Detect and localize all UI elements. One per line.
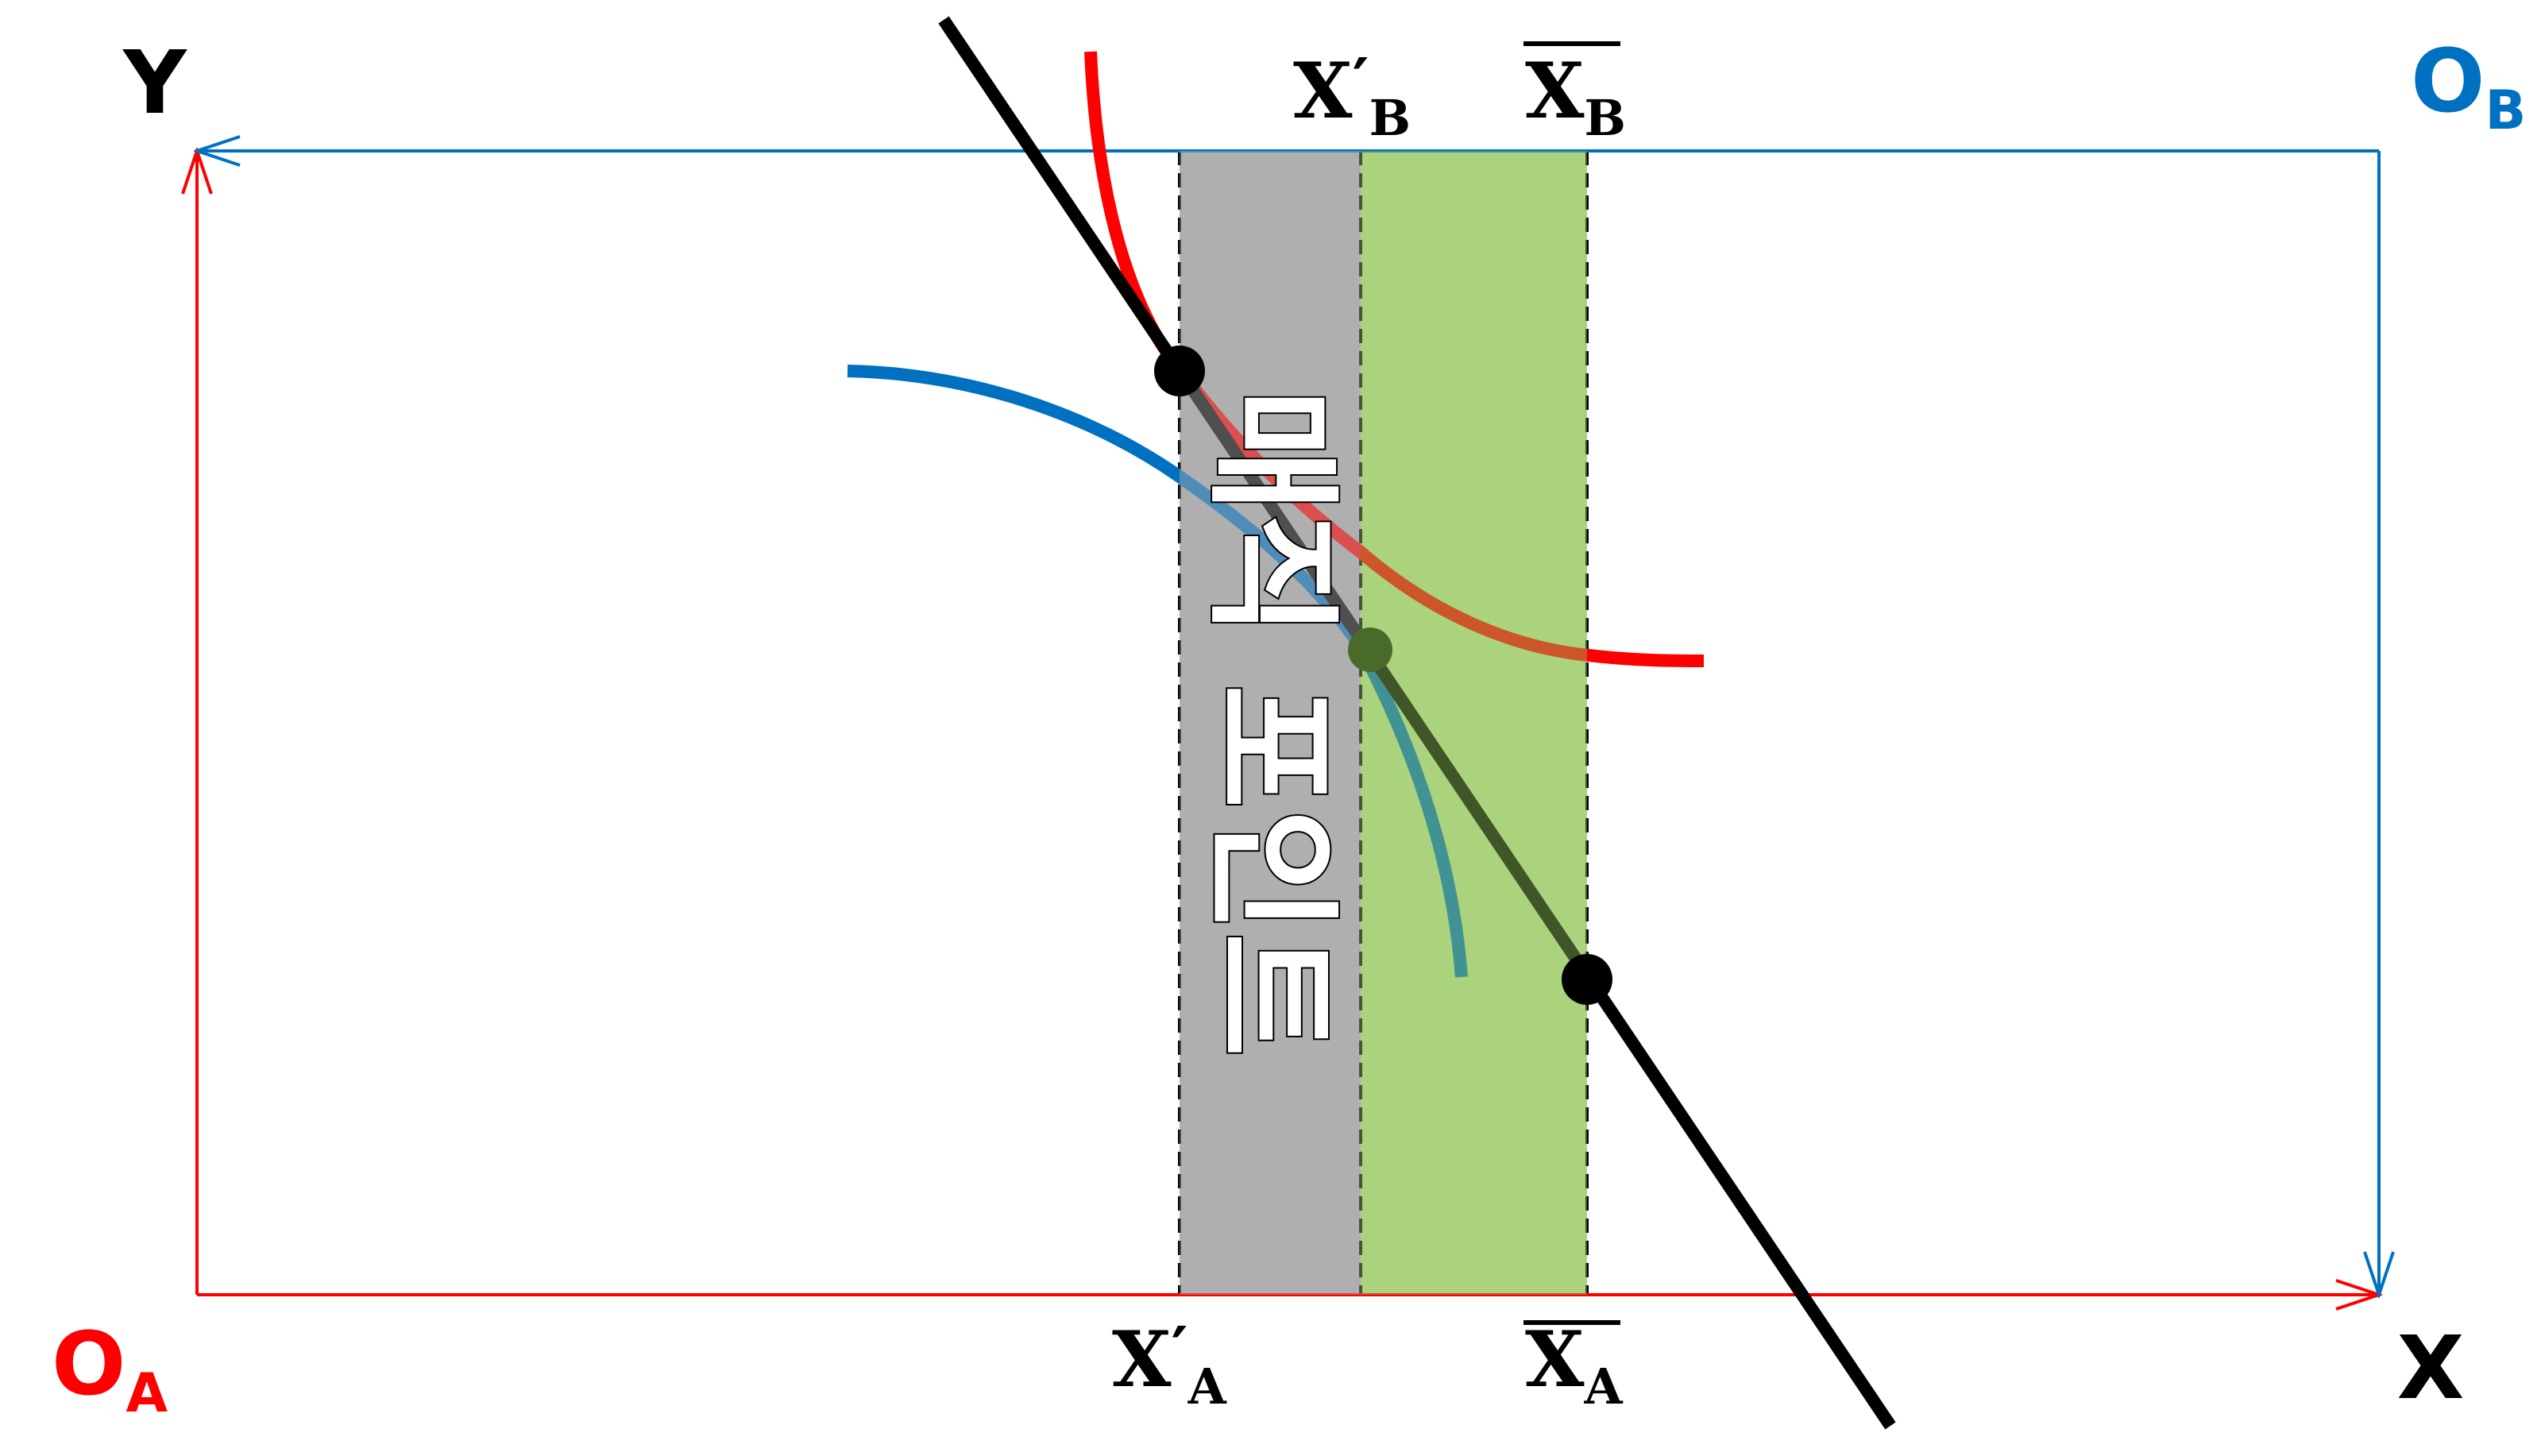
tick-label-xa-bar: XA bbox=[1523, 1315, 1623, 1415]
origin-b-label: OB bbox=[2411, 30, 2526, 142]
tick-label-xb-prime: X′B bbox=[1293, 44, 1411, 147]
origin-a-label: OA bbox=[52, 1313, 168, 1425]
point-middle bbox=[1348, 628, 1392, 672]
x-axis-label: X bbox=[2397, 1317, 2465, 1419]
edgeworth-box-diagram: 매직 포인트 Y X OA OB X′A X′B XA XB bbox=[52, 16, 2526, 1430]
point-right bbox=[1562, 954, 1612, 1005]
svg-text:XB: XB bbox=[1525, 46, 1626, 147]
region-text: 매직 포인트 bbox=[1192, 388, 1350, 1056]
tick-label-xb-bar: XB bbox=[1523, 41, 1626, 147]
green-band-overlay bbox=[1361, 151, 1587, 1295]
y-axis-label: Y bbox=[122, 32, 187, 133]
svg-text:XA: XA bbox=[1525, 1315, 1623, 1415]
tick-label-xa-prime: X′A bbox=[1112, 1312, 1227, 1415]
